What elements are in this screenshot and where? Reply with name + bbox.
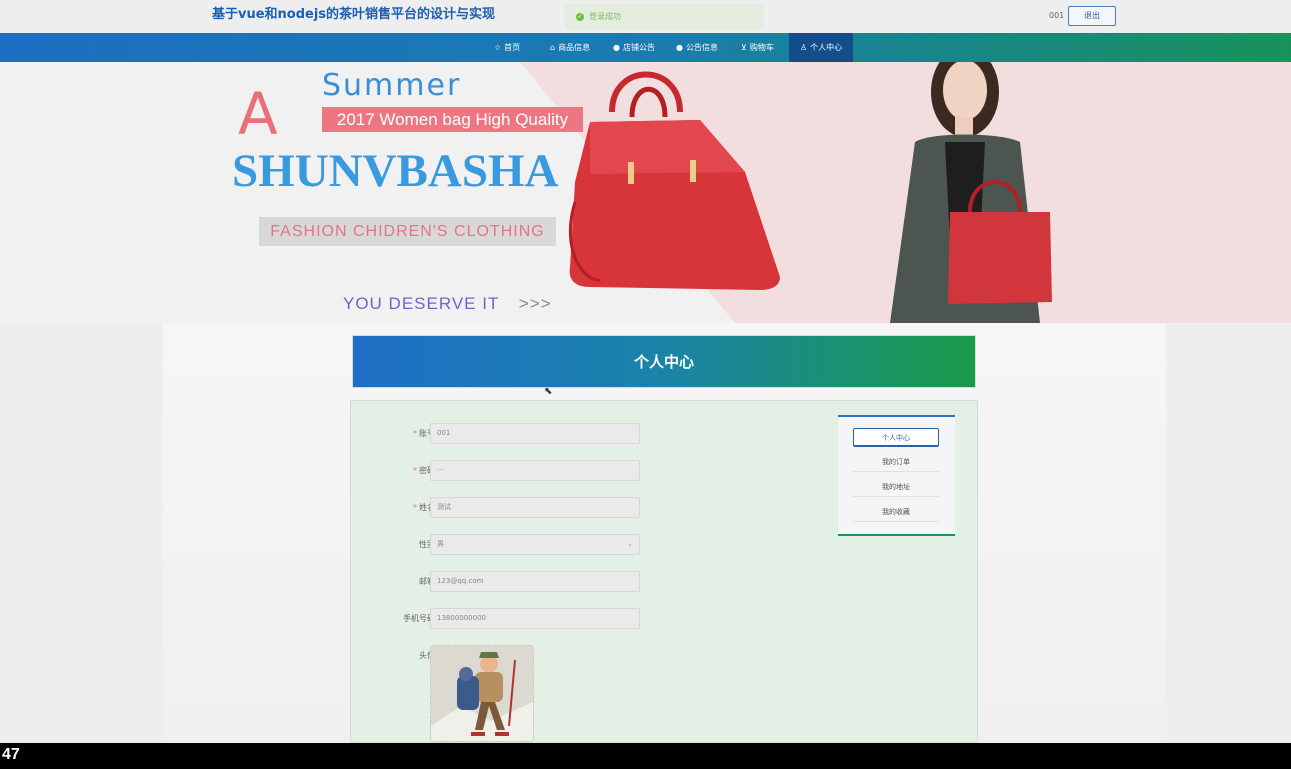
form-row-email: 邮箱 123@qq.com [351,571,651,593]
gender-select[interactable]: 男 ⌄ [430,534,640,555]
form-row-name: * 姓名 测试 [351,497,651,519]
avatar-upload[interactable] [430,645,534,742]
nav-item-store-notice[interactable]: ● 店铺公告 [613,33,655,62]
account-input[interactable]: 001 [430,423,640,444]
nav-item-products[interactable]: ⌂ 商品信息 [550,33,590,62]
nav-item-personal-center[interactable]: ♙ 个人中心 [789,33,854,62]
top-bar: 基于vue和nodejs的茶叶销售平台的设计与实现 ✓ 登录成功 001 退出 [0,0,1291,33]
toast-message: 登录成功 [589,12,621,21]
info-icon: ● [613,43,620,52]
banner-letter-a: A [238,80,278,148]
form-row-gender: 性别 男 ⌄ [351,534,651,556]
banner-summer: Summer [322,68,462,103]
banner-arrows: >>> [518,294,552,313]
nav-item-home[interactable]: ☆ 首页 [494,33,520,62]
form-row-phone: 手机号码 13800000000 [351,608,651,630]
star-icon: ☆ [494,43,502,52]
banner-brand: SHUNVBASHA [232,145,559,197]
chevron-down-icon: ⌄ [627,540,633,548]
success-toast: ✓ 登录成功 [565,4,763,29]
question-icon: ● [676,43,683,52]
banner-quality-tag: 2017 Women bag High Quality [322,107,583,132]
phone-input[interactable]: 13800000000 [430,608,640,629]
form-row-avatar: 头像 [351,645,651,745]
page-number: 47 [2,746,20,763]
mouse-cursor-icon: ⬉ [544,386,553,397]
site-title: 基于vue和nodejs的茶叶销售平台的设计与实现 [212,7,496,22]
check-circle-icon: ✓ [576,12,584,21]
form-row-password: * 密码 ··· [351,460,651,482]
user-icon: ♙ [800,43,808,52]
form-row-account: * 账号 001 [351,423,651,445]
nav-item-announcements[interactable]: ● 公告信息 [676,33,718,62]
side-item-my-orders[interactable]: 我的订单 [853,453,939,472]
current-user-name: 001 [1049,11,1065,20]
promo-banner: A Summer 2017 Women bag High Quality SHU… [0,62,1291,323]
home-icon: ⌂ [550,43,556,52]
gender-value: 男 [437,540,444,548]
cart-icon: ⊻ [741,43,747,52]
main-nav: ☆ 首页 ⌂ 商品信息 ● 店铺公告 ● 公告信息 ⊻ 购物车 ♙ 个人中心 [0,33,1291,62]
banner-slogan-text: YOU DESERVE IT [343,294,500,313]
password-input[interactable]: ··· [430,460,640,481]
section-title: 个人中心 [352,335,976,388]
side-item-my-address[interactable]: 我的地址 [853,478,939,497]
side-menu: 个人中心 我的订单 我的地址 我的收藏 [838,415,955,536]
side-item-personal-center[interactable]: 个人中心 [853,428,939,447]
email-input[interactable]: 123@qq.com [430,571,640,592]
avatar-image [431,646,533,741]
bottom-bar: 47 [0,743,1291,769]
logout-button[interactable]: 退出 [1068,6,1116,26]
banner-slogan: YOU DESERVE IT >>> [343,294,552,314]
banner-fashion-tag: FASHION CHIDREN'S CLOTHING [259,217,556,246]
side-item-my-favorites[interactable]: 我的收藏 [853,503,939,522]
name-input[interactable]: 测试 [430,497,640,518]
nav-item-cart[interactable]: ⊻ 购物车 [741,33,774,62]
banner-background [520,62,1291,323]
